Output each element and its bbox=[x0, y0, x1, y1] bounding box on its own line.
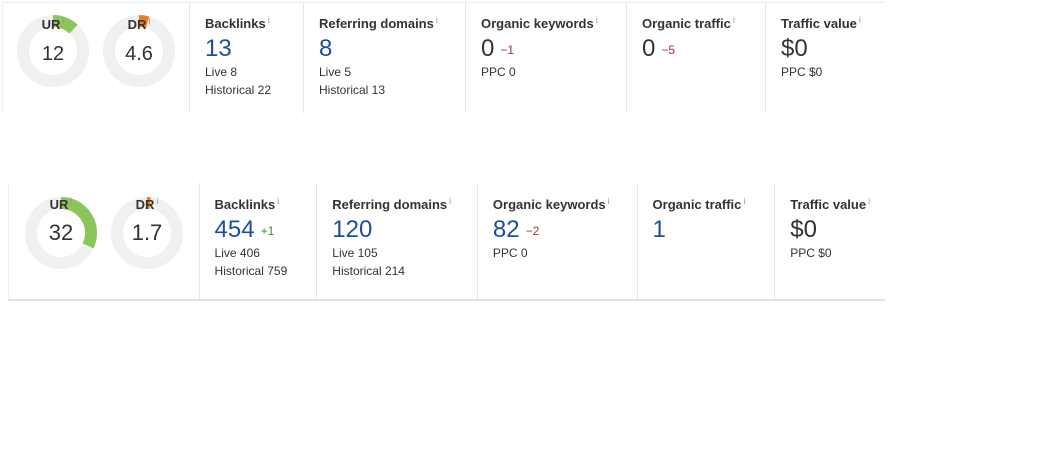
organic-traffic-value: 0 bbox=[642, 35, 656, 62]
metrics-panel-2: UR i 32 DR i 1.7 Backlinks i 454 +1 Live 406… bbox=[8, 183, 885, 301]
backlinks-value[interactable]: 13 bbox=[205, 35, 232, 62]
backlinks-live: Live 8 bbox=[205, 65, 238, 79]
organic-traffic-metric: Organic traffic i 0 −5 bbox=[627, 3, 766, 113]
traffic-value-ppc: PPC $0 bbox=[790, 246, 832, 260]
organic-traffic-title: Organic traffic bbox=[642, 16, 731, 31]
traffic-value-metric: Traffic value i $0 PPC $0 bbox=[766, 3, 884, 113]
organic-keywords-ppc: PPC 0 bbox=[481, 65, 516, 79]
organic-traffic-value[interactable]: 1 bbox=[653, 216, 666, 243]
backlinks-live: Live 406 bbox=[214, 246, 260, 260]
backlinks-metric: Backlinks i 13 Live 8 Historical 22 bbox=[190, 3, 304, 113]
referring-domains-title: Referring domains bbox=[332, 197, 448, 212]
dr-label: DR bbox=[135, 197, 155, 212]
backlinks-title: Backlinks bbox=[205, 16, 266, 31]
ur-info-icon[interactable]: i bbox=[70, 196, 72, 206]
referring-domains-live: Live 5 bbox=[319, 65, 352, 79]
ur-gauge[interactable]: UR i 32 bbox=[23, 183, 99, 299]
backlinks-value[interactable]: 454 bbox=[215, 216, 255, 243]
organic-keywords-metric: Organic keywords i 82 −2 PPC 0 bbox=[478, 183, 638, 299]
rating-gauges: UR i 32 DR i 1.7 bbox=[9, 183, 200, 299]
backlinks-metric: Backlinks i 454 +1 Live 406 Historical 759 bbox=[200, 183, 318, 299]
referring-domains-info-icon[interactable]: i bbox=[449, 196, 451, 206]
ur-label: UR bbox=[49, 197, 69, 212]
dr-value: 1.7 bbox=[131, 220, 163, 245]
traffic-value-info-icon[interactable]: i bbox=[868, 196, 870, 206]
dr-info-icon[interactable]: i bbox=[148, 16, 150, 26]
rating-gauges: UR i 12 DR i 4.6 bbox=[3, 3, 190, 113]
referring-domains-value[interactable]: 8 bbox=[319, 35, 332, 62]
organic-keywords-ppc: PPC 0 bbox=[492, 246, 528, 260]
ur-label: UR bbox=[41, 17, 61, 32]
dr-value: 4.6 bbox=[125, 43, 153, 65]
dr-gauge[interactable]: DR i 1.7 bbox=[109, 183, 185, 299]
ur-value: 32 bbox=[48, 220, 74, 245]
traffic-value-metric: Traffic value i $0 PPC $0 bbox=[775, 183, 885, 299]
organic-keywords-info-icon[interactable]: i bbox=[608, 196, 610, 206]
dr-info-icon[interactable]: i bbox=[156, 196, 158, 206]
dr-label: DR bbox=[127, 17, 147, 32]
traffic-value-title: Traffic value bbox=[781, 16, 857, 31]
backlinks-delta: +1 bbox=[260, 224, 275, 238]
referring-domains-historical: Historical 13 bbox=[319, 83, 386, 97]
organic-keywords-metric: Organic keywords i 0 −1 PPC 0 bbox=[466, 3, 627, 113]
backlinks-info-icon[interactable]: i bbox=[277, 196, 279, 206]
organic-keywords-title: Organic keywords bbox=[492, 197, 606, 212]
referring-domains-live: Live 105 bbox=[332, 246, 378, 260]
organic-keywords-info-icon[interactable]: i bbox=[596, 15, 598, 25]
organic-keywords-value: 0 bbox=[481, 35, 495, 62]
organic-traffic-title: Organic traffic bbox=[652, 197, 742, 212]
ur-value: 12 bbox=[41, 43, 65, 65]
referring-domains-historical: Historical 214 bbox=[332, 264, 405, 278]
organic-keywords-delta: −1 bbox=[500, 43, 515, 57]
dr-gauge[interactable]: DR i 4.6 bbox=[101, 3, 177, 113]
backlinks-historical: Historical 759 bbox=[214, 264, 288, 278]
backlinks-title: Backlinks bbox=[214, 197, 276, 212]
organic-keywords-value[interactable]: 82 bbox=[493, 216, 520, 243]
traffic-value-ppc: PPC $0 bbox=[781, 65, 823, 79]
organic-traffic-metric: Organic traffic i 1 bbox=[638, 183, 776, 299]
metrics-panel-1: UR i 12 DR i 4.6 Backlinks i 13 Live 8 Hist… bbox=[2, 2, 885, 113]
referring-domains-metric: Referring domains i 120 Live 105 Historic… bbox=[317, 183, 478, 299]
organic-keywords-title: Organic keywords bbox=[481, 16, 594, 31]
ur-info-icon[interactable]: i bbox=[62, 16, 64, 26]
traffic-value-value: $0 bbox=[781, 35, 808, 62]
traffic-value-value: $0 bbox=[790, 216, 817, 243]
referring-domains-title: Referring domains bbox=[319, 16, 434, 31]
ur-gauge[interactable]: UR i 12 bbox=[15, 3, 91, 113]
organic-traffic-delta: −5 bbox=[661, 43, 676, 57]
referring-domains-info-icon[interactable]: i bbox=[436, 15, 438, 25]
organic-traffic-info-icon[interactable]: i bbox=[743, 196, 745, 206]
organic-traffic-info-icon[interactable]: i bbox=[733, 15, 735, 25]
referring-domains-metric: Referring domains i 8 Live 5 Historical 1… bbox=[304, 3, 466, 113]
referring-domains-value[interactable]: 120 bbox=[332, 216, 372, 243]
backlinks-info-icon[interactable]: i bbox=[268, 15, 270, 25]
backlinks-historical: Historical 22 bbox=[205, 83, 272, 97]
traffic-value-info-icon[interactable]: i bbox=[859, 15, 861, 25]
traffic-value-title: Traffic value bbox=[790, 197, 867, 212]
organic-keywords-delta: −2 bbox=[525, 224, 540, 238]
